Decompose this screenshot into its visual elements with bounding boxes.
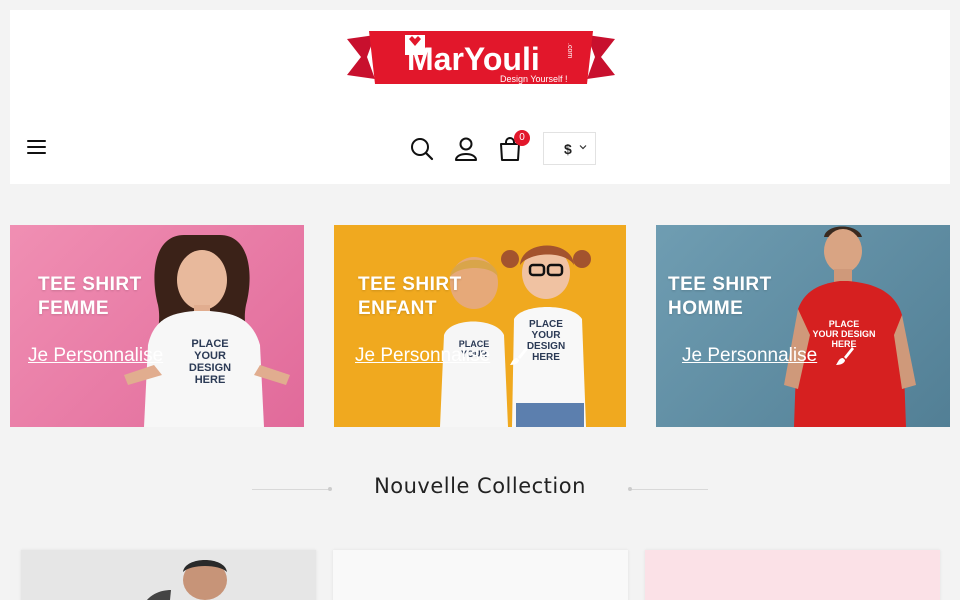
banner-homme[interactable]: PLACE YOUR DESIGN HERE TEE SHIRT HOMME J…: [656, 225, 950, 427]
banner-homme-photo: PLACE YOUR DESIGN HERE: [784, 226, 916, 427]
banner-femme-title: TEE SHIRT FEMME: [38, 274, 142, 319]
section-divider-right: [628, 487, 708, 491]
banner-femme[interactable]: PLACE YOUR DESIGN HERE TEE SHIRT FEMME J…: [10, 225, 304, 427]
banner-enfant[interactable]: PLACE YOUR DESIGN HERE PLACE YOUR TEE SH…: [334, 225, 626, 427]
paintbrush-icon: [510, 347, 528, 365]
product-card-image: [21, 550, 316, 600]
svg-text:HERE: HERE: [532, 352, 560, 363]
svg-text:YOUR: YOUR: [194, 350, 226, 362]
product-card[interactable]: [645, 550, 940, 600]
banner-enfant-photo: PLACE YOUR DESIGN HERE PLACE YOUR: [440, 245, 591, 427]
shopping-bag-icon[interactable]: 0: [497, 130, 530, 162]
cart-count-badge: 0: [514, 130, 530, 146]
banner-femme-personalize-link[interactable]: Je Personnalise: [28, 345, 163, 367]
hamburger-icon[interactable]: [27, 140, 47, 158]
svg-text:DESIGN: DESIGN: [189, 362, 231, 374]
svg-text:YOUR: YOUR: [532, 330, 562, 341]
product-card[interactable]: [21, 550, 316, 600]
svg-text:PLACE: PLACE: [529, 319, 563, 330]
paintbrush-icon: [836, 347, 854, 365]
svg-text:DESIGN: DESIGN: [527, 341, 565, 352]
banner-femme-photo: PLACE YOUR DESIGN HERE: [124, 235, 290, 427]
product-card-image: [333, 550, 628, 600]
user-icon[interactable]: [453, 136, 479, 162]
svg-text:PLACE: PLACE: [191, 338, 228, 350]
banner-homme-title: TEE SHIRT HOMME: [668, 274, 772, 319]
currency-selector[interactable]: $: [543, 132, 596, 165]
site-header: MarYouli Design Yourself ! .com 0 $: [10, 10, 950, 184]
banner-homme-personalize-link[interactable]: Je Personnalise: [682, 345, 817, 367]
svg-text:HERE: HERE: [195, 374, 226, 386]
site-logo[interactable]: MarYouli Design Yourself ! .com: [347, 27, 615, 89]
logo-com: .com: [566, 43, 573, 58]
chevron-down-icon: [579, 145, 587, 150]
currency-value: $: [564, 141, 572, 157]
logo-tagline: Design Yourself !: [500, 74, 568, 84]
product-card[interactable]: [333, 550, 628, 600]
logo-wordmark: MarYouli: [407, 41, 540, 77]
banner-enfant-personalize-link[interactable]: Je Personnalise: [355, 345, 490, 367]
svg-text:YOUR DESIGN: YOUR DESIGN: [812, 329, 875, 339]
product-card-image: [645, 550, 940, 600]
svg-text:PLACE: PLACE: [829, 319, 860, 329]
section-title: Nouvelle Collection: [374, 474, 586, 498]
search-icon[interactable]: [409, 136, 435, 162]
banner-enfant-title: TEE SHIRT ENFANT: [358, 274, 462, 319]
